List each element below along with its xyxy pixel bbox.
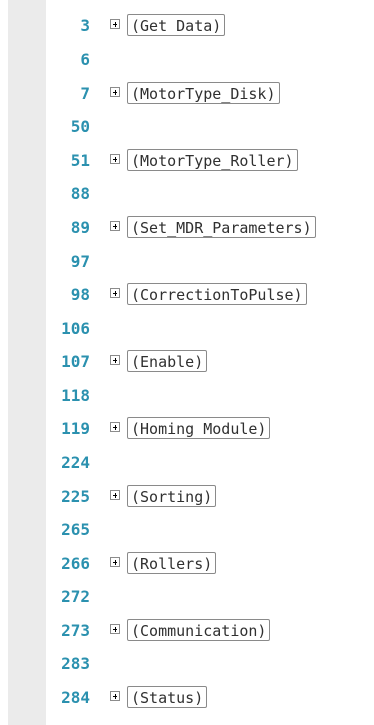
code-line: 266 (Rollers) <box>0 547 374 581</box>
code-line: 7 (MotorType_Disk) <box>0 77 374 111</box>
collapsed-region-label[interactable]: (Status) <box>127 686 208 708</box>
line-number: 284 <box>61 688 90 707</box>
code-line: 89 (Set_MDR_Parameters) <box>0 211 374 245</box>
expand-plus-icon[interactable] <box>110 355 120 365</box>
line-number: 119 <box>61 419 90 438</box>
expand-plus-icon[interactable] <box>110 19 120 29</box>
collapsed-region-label[interactable]: (Get Data) <box>127 14 226 36</box>
line-number: 7 <box>80 84 90 103</box>
code-line: 51 (MotorType_Roller) <box>0 144 374 178</box>
line-number: 106 <box>61 319 90 338</box>
expand-plus-icon[interactable] <box>110 624 120 634</box>
code-line: 98 (CorrectionToPulse) <box>0 278 374 312</box>
expand-plus-icon[interactable] <box>110 490 120 500</box>
code-line: 3 (Get Data) <box>0 9 374 43</box>
code-editor-collapsed-regions: 3 (Get Data) 6 7 (MotorType_Disk) 50 51 … <box>0 0 374 725</box>
collapsed-region-label[interactable]: (MotorType_Disk) <box>127 82 280 104</box>
line-number: 224 <box>61 453 90 472</box>
line-number: 98 <box>70 285 90 304</box>
collapsed-region-label[interactable]: (Enable) <box>127 350 208 372</box>
line-number: 51 <box>70 151 90 170</box>
line-number: 266 <box>61 554 90 573</box>
code-line: 107 (Enable) <box>0 345 374 379</box>
line-number: 107 <box>61 352 90 371</box>
collapsed-region-label[interactable]: (MotorType_Roller) <box>127 149 298 171</box>
line-number: 272 <box>61 587 90 606</box>
code-line: 106 <box>0 312 374 346</box>
code-line: 272 <box>0 580 374 614</box>
collapsed-region-label[interactable]: (CorrectionToPulse) <box>127 283 307 305</box>
code-line: 6 <box>0 43 374 77</box>
collapsed-region-label[interactable]: (Set_MDR_Parameters) <box>127 216 316 238</box>
collapsed-region-label[interactable]: (Sorting) <box>127 485 217 507</box>
expand-plus-icon[interactable] <box>110 221 120 231</box>
line-number: 118 <box>61 386 90 405</box>
expand-plus-icon[interactable] <box>110 557 120 567</box>
line-number: 97 <box>70 252 90 271</box>
code-line: 119 (Homing Module) <box>0 412 374 446</box>
line-number: 88 <box>70 184 90 203</box>
line-number: 225 <box>61 487 90 506</box>
expand-plus-icon[interactable] <box>110 154 120 164</box>
code-line: 273 (Communication) <box>0 614 374 648</box>
expand-plus-icon[interactable] <box>110 288 120 298</box>
line-number: 50 <box>70 117 90 136</box>
line-number: 273 <box>61 621 90 640</box>
expand-plus-icon[interactable] <box>110 691 120 701</box>
line-number: 89 <box>70 218 90 237</box>
line-number: 283 <box>61 654 90 673</box>
line-number: 3 <box>80 16 90 35</box>
collapsed-region-label[interactable]: (Homing Module) <box>127 417 271 439</box>
code-line: 88 <box>0 177 374 211</box>
collapsed-region-label[interactable]: (Rollers) <box>127 552 217 574</box>
code-line: 284 (Status) <box>0 681 374 715</box>
code-line: 118 <box>0 379 374 413</box>
line-number: 265 <box>61 520 90 539</box>
expand-plus-icon[interactable] <box>110 422 120 432</box>
expand-plus-icon[interactable] <box>110 87 120 97</box>
code-line: 224 <box>0 446 374 480</box>
collapsed-region-label[interactable]: (Communication) <box>127 619 271 641</box>
code-line: 265 <box>0 513 374 547</box>
code-line: 97 <box>0 245 374 279</box>
code-line: 50 <box>0 110 374 144</box>
code-line: 283 <box>0 647 374 681</box>
line-number: 6 <box>80 50 90 69</box>
code-line: 225 (Sorting) <box>0 480 374 514</box>
